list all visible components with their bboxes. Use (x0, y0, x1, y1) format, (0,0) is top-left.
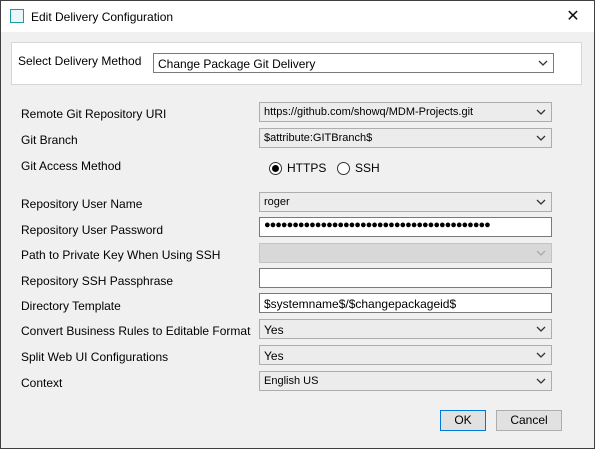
branch-label: Git Branch (21, 133, 78, 147)
delivery-method-value: Change Package Git Delivery (158, 57, 316, 71)
chevron-down-icon (536, 352, 546, 358)
context-value: English US (264, 375, 319, 387)
chevron-down-icon (538, 60, 548, 66)
private-key-select[interactable] (259, 243, 552, 263)
chevron-down-icon (536, 109, 546, 115)
dialog-content: Select Delivery Method Change Package Gi… (1, 32, 594, 448)
dialog-window: Edit Delivery Configuration ✕ Select Del… (0, 0, 595, 449)
app-window-icon (10, 9, 24, 23)
access-method-label: Git Access Method (21, 159, 122, 173)
chevron-down-icon (536, 326, 546, 332)
radio-unselected-icon (337, 161, 350, 175)
chevron-down-icon (536, 250, 546, 256)
directory-template-label: Directory Template (21, 299, 121, 313)
branch-select[interactable]: $attribute:GITBranch$ (259, 128, 552, 148)
user-name-label: Repository User Name (21, 197, 143, 211)
remote-uri-select[interactable]: https://github.com/showq/MDM-Projects.gi… (259, 102, 552, 122)
convert-rules-label: Convert Business Rules to Editable Forma… (21, 324, 251, 338)
delivery-method-label: Select Delivery Method (18, 54, 142, 68)
convert-rules-select[interactable]: Yes (259, 319, 552, 339)
chevron-down-icon (536, 378, 546, 384)
directory-template-input[interactable]: $systemname$/$changepackageid$ (259, 293, 552, 313)
delivery-method-panel: Select Delivery Method Change Package Gi… (11, 42, 582, 85)
user-password-value: ●●●●●●●●●●●●●●●●●●●●●●●●●●●●●●●●●●●●●●●● (264, 219, 491, 231)
remote-uri-value: https://github.com/showq/MDM-Projects.gi… (264, 106, 474, 118)
ssh-label: SSH (355, 161, 380, 175)
https-label: HTTPS (287, 161, 327, 175)
title-bar: Edit Delivery Configuration ✕ (1, 1, 594, 32)
close-button[interactable]: ✕ (558, 2, 588, 31)
convert-rules-value: Yes (264, 323, 284, 337)
close-icon: ✕ (566, 8, 580, 25)
private-key-label: Path to Private Key When Using SSH (21, 248, 221, 262)
split-web-ui-label: Split Web UI Configurations (21, 350, 169, 364)
ssh-passphrase-input[interactable] (259, 268, 552, 288)
cancel-button[interactable]: Cancel (496, 410, 562, 431)
chevron-down-icon (536, 135, 546, 141)
remote-uri-label: Remote Git Repository URI (21, 107, 167, 121)
ssh-radio[interactable]: SSH (337, 161, 380, 175)
user-name-select[interactable]: roger (259, 192, 552, 212)
directory-template-value: $systemname$/$changepackageid$ (264, 297, 457, 311)
context-label: Context (21, 376, 63, 390)
context-select[interactable]: English US (259, 371, 552, 391)
radio-selected-icon (269, 161, 282, 175)
https-radio[interactable]: HTTPS (269, 161, 326, 175)
user-name-value: roger (264, 196, 290, 208)
branch-value: $attribute:GITBranch$ (264, 132, 373, 144)
split-web-ui-select[interactable]: Yes (259, 345, 552, 365)
ssh-passphrase-label: Repository SSH Passphrase (21, 274, 174, 288)
window-title: Edit Delivery Configuration (31, 10, 174, 24)
chevron-down-icon (536, 199, 546, 205)
split-web-ui-value: Yes (264, 349, 284, 363)
user-password-input[interactable]: ●●●●●●●●●●●●●●●●●●●●●●●●●●●●●●●●●●●●●●●● (259, 217, 552, 237)
ok-button[interactable]: OK (440, 410, 486, 431)
user-password-label: Repository User Password (21, 223, 164, 237)
delivery-method-select[interactable]: Change Package Git Delivery (153, 53, 554, 73)
